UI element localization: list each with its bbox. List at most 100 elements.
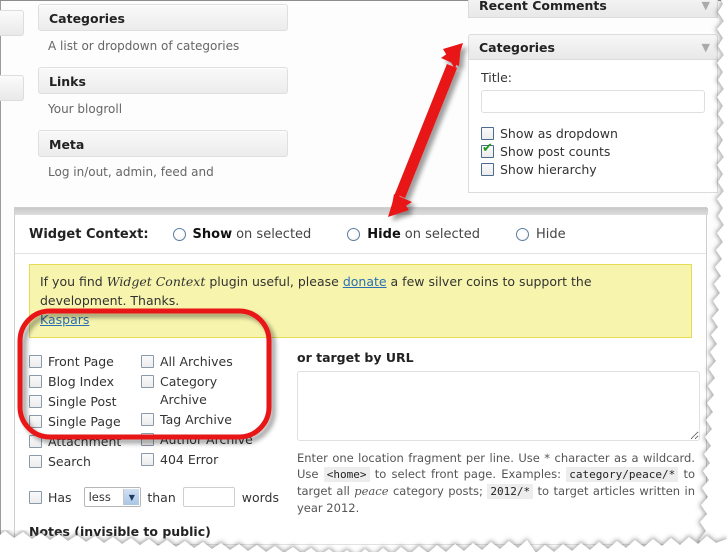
help-text-4: category posts; xyxy=(388,484,488,498)
panel-inner: Widget Context: Show on selected Hide on… xyxy=(15,215,706,559)
widget-title: Categories xyxy=(479,40,555,55)
url-target-title: or target by URL xyxy=(297,350,414,365)
condition-search[interactable]: Search xyxy=(29,453,141,471)
option-show-post-counts[interactable]: Show post counts xyxy=(481,142,705,159)
checkbox-icon[interactable] xyxy=(29,490,42,504)
condition-all-archives[interactable]: All Archives xyxy=(141,353,271,371)
condition-label: Category Archive xyxy=(160,374,218,407)
notice-text-mid: plugin useful, please xyxy=(205,274,343,289)
widget-stub-2 xyxy=(0,75,24,101)
condition-label: 404 Error xyxy=(160,452,219,467)
checkbox-icon[interactable] xyxy=(29,415,42,428)
help-code-year: 2012/* xyxy=(487,484,534,499)
has-label: Has xyxy=(48,489,72,505)
radio-icon[interactable] xyxy=(515,228,529,241)
checkbox-icon[interactable] xyxy=(141,453,154,466)
condition-category-archive[interactable]: Category Archive xyxy=(141,373,271,409)
checkbox-icon[interactable] xyxy=(141,413,154,426)
checkbox-icon[interactable] xyxy=(141,433,154,446)
condition-label: Attachment xyxy=(48,434,122,449)
widget-categories[interactable]: Categories ▼ Title: Show as dropdown Sho… xyxy=(468,34,718,193)
condition-single-page[interactable]: Single Page xyxy=(29,413,141,431)
chevron-down-icon[interactable]: ▼ xyxy=(702,35,710,61)
widget-options-list: Show as dropdown Show post counts Show h… xyxy=(481,126,705,177)
radio-show-on-selected[interactable]: Show on selected xyxy=(172,227,311,242)
widget-card-categories[interactable]: Categories A list or dropdown of categor… xyxy=(38,4,288,54)
condition-blog-index[interactable]: Blog Index xyxy=(29,373,141,391)
notice-plugin-name: Widget Context xyxy=(106,274,206,289)
option-show-hierarchy[interactable]: Show hierarchy xyxy=(481,162,705,177)
condition-front-page[interactable]: Front Page xyxy=(29,353,141,371)
url-target-section: or target by URL Enter one location frag… xyxy=(279,348,700,516)
url-target-textarea[interactable] xyxy=(297,371,700,441)
widget-title-input[interactable] xyxy=(481,90,705,113)
conditions-column-2: All Archives Category Archive Tag Archiv… xyxy=(141,353,271,473)
checkbox-checked-icon[interactable] xyxy=(481,142,494,158)
than-label: than xyxy=(147,489,176,505)
panel-top-bar xyxy=(15,208,708,215)
checkbox-icon[interactable] xyxy=(29,455,42,468)
chevron-down-icon[interactable]: ▼ xyxy=(702,0,710,19)
author-link[interactable]: Kaspars xyxy=(40,312,89,327)
radio-hide-on-selected[interactable]: Hide on selected xyxy=(347,227,480,242)
checkbox-icon[interactable] xyxy=(29,395,42,408)
widget-title: Recent Comments xyxy=(479,0,607,13)
widget-stub-1 xyxy=(0,10,24,36)
radio-label-rest: on selected xyxy=(404,227,480,242)
checkbox-icon[interactable] xyxy=(29,435,42,448)
widget-card-title[interactable]: Links xyxy=(38,67,288,94)
radio-hide[interactable]: Hide xyxy=(515,227,566,242)
checkbox-icon[interactable] xyxy=(481,163,494,176)
widget-card-links[interactable]: Links Your blogroll xyxy=(38,67,288,117)
condition-attachment[interactable]: Attachment xyxy=(29,433,141,451)
bottom-white-strip xyxy=(0,552,727,559)
widget-recent-comments[interactable]: Recent Comments ▼ xyxy=(468,0,718,18)
widget-card-title[interactable]: Meta xyxy=(38,130,288,157)
select-value: less xyxy=(88,490,111,504)
widget-context-body: Front Page Blog Index Single Post Single… xyxy=(15,338,706,516)
donate-notice: If you find Widget Context plugin useful… xyxy=(29,264,692,338)
checkbox-icon[interactable] xyxy=(29,355,42,368)
checkbox-icon[interactable] xyxy=(481,127,494,140)
chevron-down-icon[interactable]: ▼ xyxy=(123,489,140,505)
widget-card-description: Your blogroll xyxy=(48,102,123,116)
help-text-2: to select front page. Examples: xyxy=(369,467,567,481)
widget-context-mode-row: Widget Context: Show on selected Hide on… xyxy=(15,215,706,254)
condition-404-error[interactable]: 404 Error xyxy=(141,451,271,469)
condition-label: Single Post xyxy=(48,394,117,409)
word-count-row: Has less ▼ than words xyxy=(29,487,279,507)
conditions-grid: Front Page Blog Index Single Post Single… xyxy=(29,353,279,473)
radio-label: Hide xyxy=(535,227,566,242)
words-label: words xyxy=(241,489,279,505)
widget-context-heading: Widget Context: xyxy=(29,227,149,242)
condition-label: Blog Index xyxy=(48,374,115,389)
option-label: Show hierarchy xyxy=(500,162,597,177)
widget-context-panel: Widget Context: Show on selected Hide on… xyxy=(14,207,708,559)
option-show-as-dropdown[interactable]: Show as dropdown xyxy=(481,126,705,141)
radio-icon[interactable] xyxy=(347,228,361,241)
widget-header-categories[interactable]: Categories ▼ xyxy=(468,34,718,60)
widget-card-description: A list or dropdown of categories xyxy=(48,39,240,53)
option-label: Show as dropdown xyxy=(500,126,618,141)
checkbox-icon[interactable] xyxy=(141,375,154,388)
radio-label-strong: Show xyxy=(192,227,233,242)
radio-icon[interactable] xyxy=(172,228,186,241)
condition-tag-archive[interactable]: Tag Archive xyxy=(141,411,271,429)
donate-link[interactable]: donate xyxy=(343,274,387,289)
title-field-label: Title: xyxy=(481,70,512,85)
widget-card-meta[interactable]: Meta Log in/out, admin, feed and WordPre… xyxy=(38,130,288,179)
available-widgets-column: Categories A list or dropdown of categor… xyxy=(38,0,288,192)
widget-header-recent-comments[interactable]: Recent Comments ▼ xyxy=(468,0,718,18)
condition-label: Search xyxy=(48,454,91,469)
condition-label: Front Page xyxy=(48,354,114,369)
checkbox-icon[interactable] xyxy=(29,375,42,388)
screenshot-root: Categories A list or dropdown of categor… xyxy=(0,0,727,559)
condition-single-post[interactable]: Single Post xyxy=(29,393,141,411)
help-italic-peace: peace xyxy=(354,484,389,498)
checkbox-icon[interactable] xyxy=(141,355,154,368)
word-count-comparison-select[interactable]: less ▼ xyxy=(83,487,142,507)
widget-card-title[interactable]: Categories xyxy=(38,4,288,31)
condition-author-archive[interactable]: Author Archive xyxy=(141,431,271,449)
help-code-home: <home> xyxy=(323,467,370,482)
word-count-input[interactable] xyxy=(182,487,235,507)
